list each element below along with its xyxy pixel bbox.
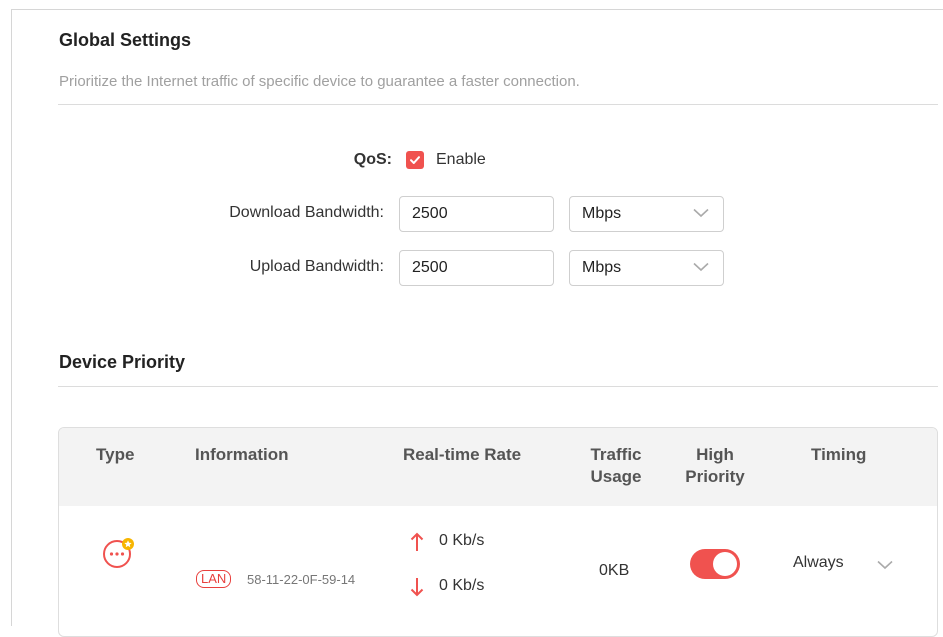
qos-enable-checkbox[interactable] [406,151,424,169]
traffic-usage: 0KB [599,562,630,579]
upload-unit-select[interactable]: Mbps [569,250,724,286]
column-traffic-usage-line1: Traffic [590,445,642,464]
table-header: Type Information Real-time Rate Traffic … [59,428,937,506]
chevron-down-icon[interactable] [877,560,893,570]
lan-badge: LAN [196,570,232,588]
column-high-priority-line2: Priority [685,467,745,486]
panel-top-border [11,9,943,10]
column-traffic-usage-line2: Usage [590,467,642,486]
column-high-priority-line1: High [696,445,734,464]
panel-left-border [11,9,12,626]
column-type: Type [96,445,135,464]
column-high-priority: High Priority [675,444,755,488]
more-device-icon [103,538,134,568]
download-bandwidth-label: Download Bandwidth: [229,204,384,221]
chevron-down-icon [693,262,709,272]
device-priority-table: Type Information Real-time Rate Traffic … [58,427,938,637]
toggle-knob [713,552,737,576]
column-information: Information [195,445,289,464]
qos-enable-label[interactable]: Enable [436,151,486,169]
device-priority-title: Device Priority [59,352,186,372]
column-realtime-rate: Real-time Rate [403,445,522,464]
qos-label: QoS: [353,151,392,168]
global-settings-description: Prioritize the Internet traffic of speci… [59,73,580,90]
column-timing: Timing [811,445,867,464]
download-bandwidth-input[interactable] [399,196,554,232]
download-unit-select[interactable]: Mbps [569,196,724,232]
timing-value[interactable]: Always [793,554,844,572]
check-icon [410,156,420,164]
upload-bandwidth-input[interactable] [399,250,554,286]
download-rate: 0 Kb/s [439,577,485,594]
global-settings-divider [58,104,938,105]
arrow-up-icon [410,532,424,551]
upload-rate: 0 Kb/s [439,532,485,549]
chevron-down-icon [693,208,709,218]
download-unit-value: Mbps [582,205,622,222]
high-priority-toggle[interactable] [690,549,740,579]
device-mac: 58-11-22-0F-59-14 [247,572,356,587]
global-settings-title: Global Settings [59,30,192,50]
device-priority-divider [58,386,938,387]
column-traffic-usage: Traffic Usage [576,444,656,488]
arrow-down-icon [410,578,424,597]
upload-unit-value: Mbps [582,259,622,276]
upload-bandwidth-label: Upload Bandwidth: [249,258,384,275]
